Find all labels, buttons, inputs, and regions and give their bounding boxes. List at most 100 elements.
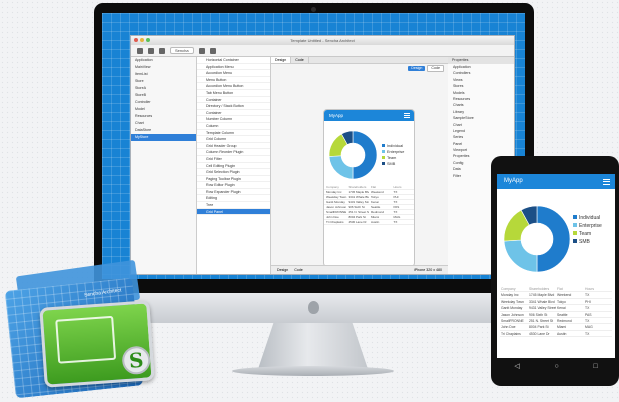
table-row[interactable]: Tri Chaplains 4530 Lane Dr Austin TX (500, 331, 612, 338)
column-header[interactable]: Company (500, 286, 528, 291)
table-cell: Weekend (557, 293, 572, 298)
toolbox-item[interactable]: Row Editor Plugin (197, 182, 270, 189)
recents-icon[interactable]: □ (593, 363, 597, 370)
toolbox-item[interactable]: Accordion Menu Button (197, 83, 270, 90)
legend-swatch (573, 223, 577, 227)
table-cell: 9431 Valley Street (529, 306, 556, 311)
table-cell: TX (393, 200, 398, 204)
tablet-menu-icon[interactable] (603, 179, 610, 185)
footer-design[interactable]: Design (277, 268, 288, 272)
toolbox-item[interactable]: Grid Column (197, 136, 270, 143)
project-tree-item[interactable]: Model (131, 106, 196, 113)
toolbox-item[interactable]: Row Expander Plugin (197, 189, 270, 196)
project-tree-item[interactable]: Store (131, 78, 196, 85)
toolbox-item[interactable]: Tree (197, 202, 270, 209)
toolbox-item[interactable]: Grid Header Group (197, 143, 270, 150)
save-icon[interactable] (137, 47, 143, 54)
toolbox-item[interactable]: Column (197, 123, 270, 130)
android-navbar: ◁ ○ □ (497, 358, 615, 374)
legend-item: Team (573, 230, 602, 238)
table-cell: TX (585, 293, 590, 298)
redo-icon[interactable] (159, 47, 165, 54)
column-header[interactable]: Hours (584, 286, 612, 291)
legend-label: Enterprise (579, 223, 602, 229)
column-header[interactable]: Shareholders (528, 286, 556, 291)
toolbox-item[interactable]: Tab Menu Button (197, 90, 270, 97)
tab-design[interactable]: Design (271, 57, 292, 63)
toolbox-item[interactable]: Template Column (197, 130, 270, 137)
publish-icon[interactable] (198, 47, 205, 54)
column-header[interactable]: Flat (369, 185, 392, 189)
design-button[interactable]: Design (408, 65, 426, 71)
toolbox-item[interactable]: Menu Button (197, 77, 270, 84)
table-cell: 1745 Maple Blvd (529, 293, 555, 298)
tab-code[interactable]: Code (291, 57, 309, 63)
zoom-select[interactable]: iPhone 320 x 480 (414, 268, 442, 272)
toolbox-item[interactable]: Container (197, 97, 270, 104)
apple-logo-icon (308, 301, 319, 314)
table-cell: Gantt Monday (501, 306, 523, 311)
table-cell: John Doe (326, 215, 339, 219)
toolbox-item[interactable]: Number Column (197, 116, 270, 123)
toolbox-item[interactable]: Application Menu (197, 64, 270, 71)
donut-slice-enterprise[interactable] (503, 239, 538, 273)
legend-item: Individual (573, 214, 602, 222)
architect-window: Template Untitled - Sencha Architect Sen… (130, 35, 515, 275)
legend-swatch (382, 150, 385, 153)
toolbox-item[interactable]: Grid Panel (197, 208, 270, 216)
project-tree-item[interactable]: Chart (131, 120, 196, 127)
code-button[interactable]: Code (427, 64, 444, 72)
footer-code[interactable]: Code (294, 268, 303, 272)
project-tree-item[interactable]: StoreA (131, 85, 196, 92)
column-header[interactable]: Hours (392, 185, 415, 189)
donut-slice-enterprise[interactable] (328, 155, 354, 180)
table-cell: MAG (393, 215, 401, 219)
toolbox-item[interactable]: Directory / Stack Button (197, 103, 270, 110)
table-cell: Monday Inc (326, 190, 342, 194)
tablet-chart-legend: Individual Enterprise Team SMB (573, 214, 602, 246)
project-tree-item[interactable]: DataStore (131, 127, 196, 134)
window-controls[interactable] (134, 38, 150, 42)
table-row[interactable]: Tri Chaplains 4530 Lane Dr Austin TX (324, 220, 414, 225)
legend-item: SMB (573, 238, 602, 246)
toolbox-item[interactable]: Container (197, 110, 270, 117)
menu-icon[interactable] (404, 113, 410, 118)
toolbox-item[interactable]: Grid Filter (197, 156, 270, 163)
toolbox-item[interactable]: Paging Toolbar Plugin (197, 176, 270, 183)
tablet-app-title: MyApp (504, 178, 523, 184)
column-header[interactable]: Company (324, 185, 347, 189)
table-cell: 906 Sixth St (348, 205, 365, 209)
table-cell: 251 N. Street St (348, 210, 370, 214)
table-cell: PHI (393, 195, 399, 199)
toolbox-item[interactable]: Accordion Menu (197, 70, 270, 77)
undo-icon[interactable] (148, 47, 154, 54)
project-tree-item[interactable]: StoreB (131, 92, 196, 99)
back-icon[interactable]: ◁ (514, 362, 519, 370)
project-tree-item[interactable]: MyStore (131, 134, 196, 141)
legend-swatch (382, 144, 385, 147)
toolbox-item[interactable]: Column Reorder Plugin (197, 149, 270, 156)
project-tree-item[interactable]: MainView (131, 64, 196, 71)
framework-select[interactable]: Sencha (170, 47, 194, 54)
project-tree-item[interactable]: Application (131, 57, 196, 64)
home-icon[interactable]: ○ (554, 363, 558, 370)
monitor-stand (258, 323, 368, 369)
toolbox-item[interactable]: Cell Editing Plugin (197, 163, 270, 170)
donut-slice-individual[interactable] (352, 130, 378, 180)
toolbox-item[interactable]: Horizontal Container (197, 57, 270, 64)
table-cell: TX (585, 331, 590, 336)
column-header[interactable]: Flat (556, 286, 584, 291)
app-header: MyApp (324, 110, 414, 121)
column-header[interactable]: Shareholders (347, 185, 370, 189)
project-tree-item[interactable]: ItemList (131, 71, 196, 78)
legend-swatch (382, 162, 385, 165)
project-tree-item[interactable]: Controller (131, 99, 196, 106)
window-outline-icon (55, 315, 117, 364)
toolbox-item[interactable]: Grid Selection Plugin (197, 169, 270, 176)
tablet-donut-chart (503, 205, 571, 273)
toolbox-item[interactable]: Editing (197, 195, 270, 203)
settings-icon[interactable] (209, 47, 216, 54)
table-cell: Monday Inc (501, 293, 519, 298)
project-tree-item[interactable]: Resources (131, 113, 196, 120)
donut-slice-individual[interactable] (536, 205, 571, 273)
